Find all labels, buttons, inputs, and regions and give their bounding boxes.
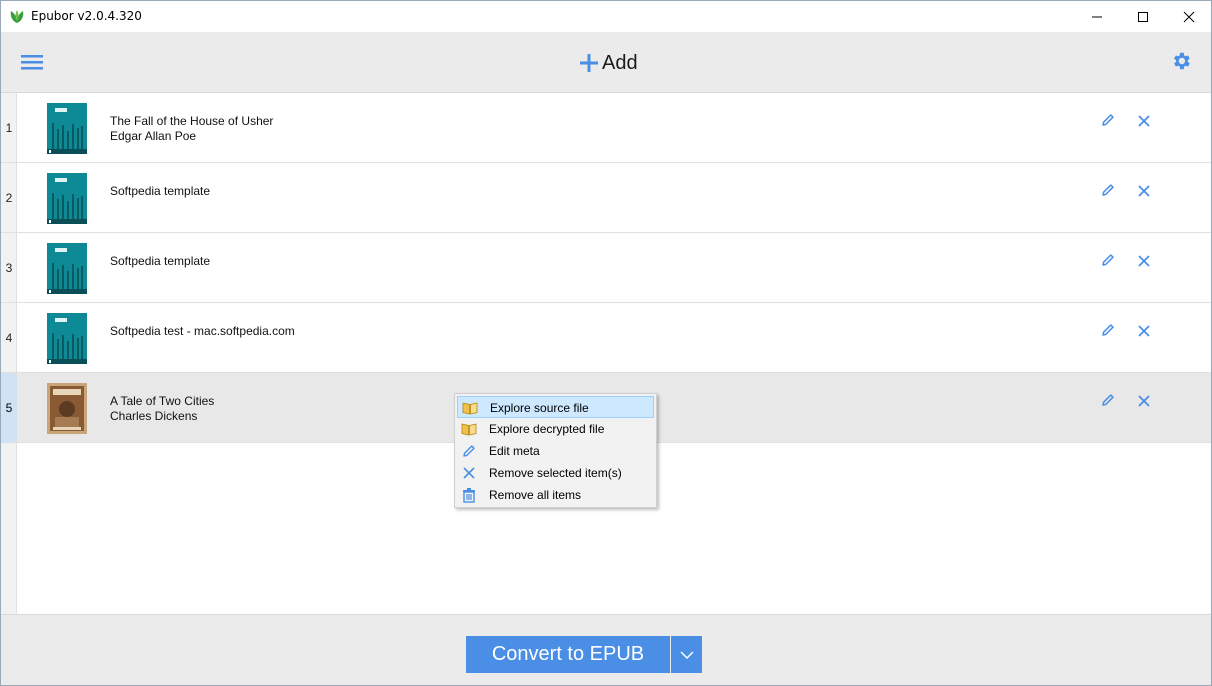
- gear-icon[interactable]: [1170, 50, 1192, 72]
- book-info: Softpedia test - mac.softpedia.com: [110, 324, 295, 339]
- convert-format-dropdown[interactable]: [671, 636, 702, 673]
- menu-item-edit-meta[interactable]: Edit meta: [457, 440, 654, 462]
- row-number: 5: [1, 373, 17, 443]
- pencil-icon[interactable]: [1100, 112, 1116, 128]
- maximize-icon: [1138, 11, 1148, 22]
- book-cover-image: [47, 243, 87, 294]
- convert-label: Convert to EPUB: [491, 643, 645, 665]
- app-logo-icon: [10, 10, 24, 23]
- pencil-icon: [463, 445, 475, 457]
- title-bar: Epubor v2.0.4.320: [1, 1, 1211, 32]
- minimize-button[interactable]: [1074, 1, 1120, 32]
- book-cover-image: [47, 383, 87, 434]
- book-author: Charles Dickens: [110, 409, 198, 423]
- book-row[interactable]: 1 The Fall of the House of Usher Edgar A…: [1, 93, 1211, 163]
- book-title: The Fall of the House of Usher: [110, 114, 274, 128]
- menu-item-remove-selected[interactable]: Remove selected item(s): [457, 462, 654, 484]
- book-open-icon: [462, 402, 478, 415]
- close-window-button[interactable]: [1166, 1, 1212, 32]
- book-info: Softpedia template: [110, 254, 210, 269]
- close-icon[interactable]: [1137, 324, 1151, 338]
- menu-item-label: Explore source file: [490, 401, 589, 415]
- book-title: A Tale of Two Cities: [110, 394, 215, 408]
- book-title: Softpedia template: [110, 184, 211, 198]
- bottom-bar: Convert to EPUB: [1, 614, 1211, 685]
- close-icon[interactable]: [1137, 254, 1151, 268]
- close-icon[interactable]: [1137, 184, 1151, 198]
- pencil-icon[interactable]: [1100, 322, 1116, 338]
- add-button[interactable]: Add: [578, 48, 638, 78]
- row-number: 2: [5, 191, 13, 205]
- close-icon[interactable]: [1137, 394, 1151, 408]
- minimize-icon: [1092, 16, 1102, 17]
- add-label: Add: [602, 51, 638, 74]
- book-open-icon: [461, 423, 477, 436]
- row-number: 4: [5, 331, 13, 345]
- book-info: Softpedia template: [110, 184, 210, 199]
- book-cover-image: [47, 103, 87, 154]
- book-row[interactable]: 4 Softpedia test - mac.softpedia.com: [1, 303, 1211, 373]
- maximize-button[interactable]: [1120, 1, 1166, 32]
- menu-item-label: Remove selected item(s): [489, 466, 622, 480]
- chevron-down-icon: [679, 650, 694, 659]
- book-title: Softpedia test - mac.softpedia.com: [110, 324, 295, 338]
- book-author: Edgar Allan Poe: [110, 129, 197, 143]
- row-number: 1: [5, 121, 13, 135]
- book-title: Softpedia template: [110, 254, 211, 268]
- pencil-icon[interactable]: [1100, 252, 1116, 268]
- menu-item-explore-source[interactable]: Explore source file: [457, 396, 654, 418]
- book-cover-image: [47, 173, 87, 224]
- book-row[interactable]: 2 Softpedia template: [1, 163, 1211, 233]
- trash-icon: [463, 488, 475, 503]
- plus-icon: [580, 54, 598, 72]
- row-number: 3: [5, 261, 13, 275]
- menu-item-label: Remove all items: [489, 488, 582, 502]
- convert-button[interactable]: Convert to EPUB: [466, 636, 670, 673]
- menu-item-explore-decrypted[interactable]: Explore decrypted file: [457, 418, 654, 440]
- book-cover-image: [47, 313, 87, 364]
- app-window: Epubor v2.0.4.320 Add 1 The Fall of the …: [0, 0, 1212, 686]
- menu-item-remove-all[interactable]: Remove all items: [457, 484, 654, 506]
- book-row[interactable]: 3 Softpedia template: [1, 233, 1211, 303]
- book-info: The Fall of the House of Usher Edgar All…: [110, 114, 273, 144]
- hamburger-icon[interactable]: [21, 52, 43, 72]
- close-icon: [1183, 11, 1195, 22]
- toolbar: Add: [1, 32, 1211, 93]
- pencil-icon[interactable]: [1100, 392, 1116, 408]
- window-title: Epubor v2.0.4.320: [31, 9, 142, 23]
- context-menu: Explore source file Explore decrypted fi…: [454, 393, 657, 508]
- book-info: A Tale of Two Cities Charles Dickens: [110, 394, 214, 424]
- menu-item-label: Explore decrypted file: [489, 422, 605, 436]
- pencil-icon[interactable]: [1100, 182, 1116, 198]
- book-list: 1 The Fall of the House of Usher Edgar A…: [1, 93, 1211, 614]
- close-icon[interactable]: [1137, 114, 1151, 128]
- close-icon: [463, 467, 475, 479]
- menu-item-label: Edit meta: [489, 444, 540, 458]
